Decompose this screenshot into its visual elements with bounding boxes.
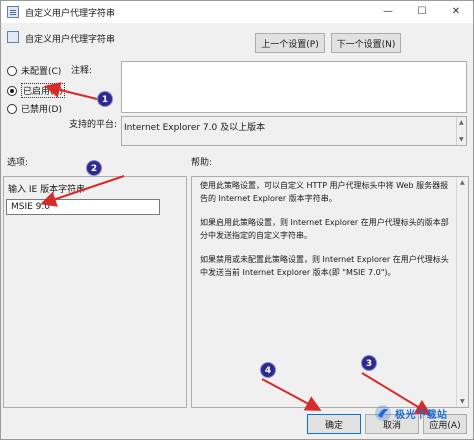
close-button[interactable]: ✕ (439, 1, 473, 23)
supported-platform-field: Internet Explorer 7.0 及以上版本 ▲ ▼ (121, 116, 467, 146)
help-text: 使用此策略设置，可以自定义 HTTP 用户代理标头中将 Web 服务器报告的 I… (200, 180, 450, 291)
radio-enabled[interactable]: 已启用(E) (7, 83, 65, 98)
radio-not-configured-label: 未配置(C) (21, 67, 62, 77)
radio-disabled[interactable]: 已禁用(D) (7, 102, 62, 115)
help-paragraph: 如果禁用或未配置此策略设置，则 Internet Explorer 在用户代理标… (200, 255, 449, 277)
minimize-button[interactable]: — (371, 1, 405, 23)
radio-not-configured-circle[interactable] (7, 65, 17, 76)
watermark-text: 极光下载站 (395, 409, 448, 421)
help-scrollbar[interactable]: ▲ ▼ (456, 177, 468, 407)
setting-icon (7, 31, 19, 43)
ok-button[interactable]: 确定 (307, 414, 361, 434)
help-paragraph: 如果启用此策略设置，则 Internet Explorer 在用户代理标头的版本… (200, 218, 449, 240)
step-marker-1: 1 (97, 91, 113, 107)
scroll-down-icon[interactable]: ▼ (460, 398, 465, 405)
help-panel: 使用此策略设置，可以自定义 HTTP 用户代理标头中将 Web 服务器报告的 I… (191, 176, 469, 408)
title-bar: 自定义用户代理字符串 — ☐ ✕ (1, 1, 473, 23)
options-label: 选项: (7, 158, 29, 168)
ie-version-caption: 输入 IE 版本字符串 (8, 185, 86, 195)
setting-title: 自定义用户代理字符串 (25, 35, 116, 45)
help-paragraph: 使用此策略设置，可以自定义 HTTP 用户代理标头中将 Web 服务器报告的 I… (200, 181, 449, 203)
policy-dialog-window: 自定义用户代理字符串 — ☐ ✕ 自定义用户代理字符串 上一个设置(P) 下一个… (0, 0, 474, 440)
maximize-button[interactable]: ☐ (405, 1, 439, 23)
policy-icon (7, 6, 19, 18)
comment-label: 注释: (71, 66, 93, 76)
scroll-down-icon[interactable]: ▼ (459, 136, 464, 143)
platform-scrollbar[interactable]: ▲ ▼ (456, 117, 466, 145)
supported-platform-label: 支持的平台: (69, 120, 118, 130)
scroll-up-icon[interactable]: ▲ (459, 119, 464, 126)
supported-platform-value: Internet Explorer 7.0 及以上版本 (124, 123, 266, 133)
next-setting-button[interactable]: 下一个设置(N) (331, 33, 401, 53)
step-marker-3: 3 (361, 355, 377, 371)
radio-enabled-label: 已启用(E) (21, 83, 65, 98)
watermark-logo-icon (375, 405, 391, 421)
options-panel: 输入 IE 版本字符串 (3, 176, 187, 408)
help-label: 帮助: (191, 158, 213, 168)
previous-setting-button[interactable]: 上一个设置(P) (255, 33, 325, 53)
radio-disabled-label: 已禁用(D) (21, 105, 62, 115)
comment-textarea[interactable] (121, 61, 467, 113)
watermark: 极光下载站 (374, 404, 448, 422)
radio-not-configured[interactable]: 未配置(C) (7, 64, 61, 77)
radio-disabled-circle[interactable] (7, 103, 17, 114)
scroll-up-icon[interactable]: ▲ (460, 179, 465, 186)
ie-version-input[interactable] (6, 199, 160, 215)
radio-enabled-circle[interactable] (7, 85, 17, 96)
window-title: 自定义用户代理字符串 (25, 9, 116, 19)
step-marker-4: 4 (260, 362, 276, 378)
step-marker-2: 2 (86, 160, 102, 176)
